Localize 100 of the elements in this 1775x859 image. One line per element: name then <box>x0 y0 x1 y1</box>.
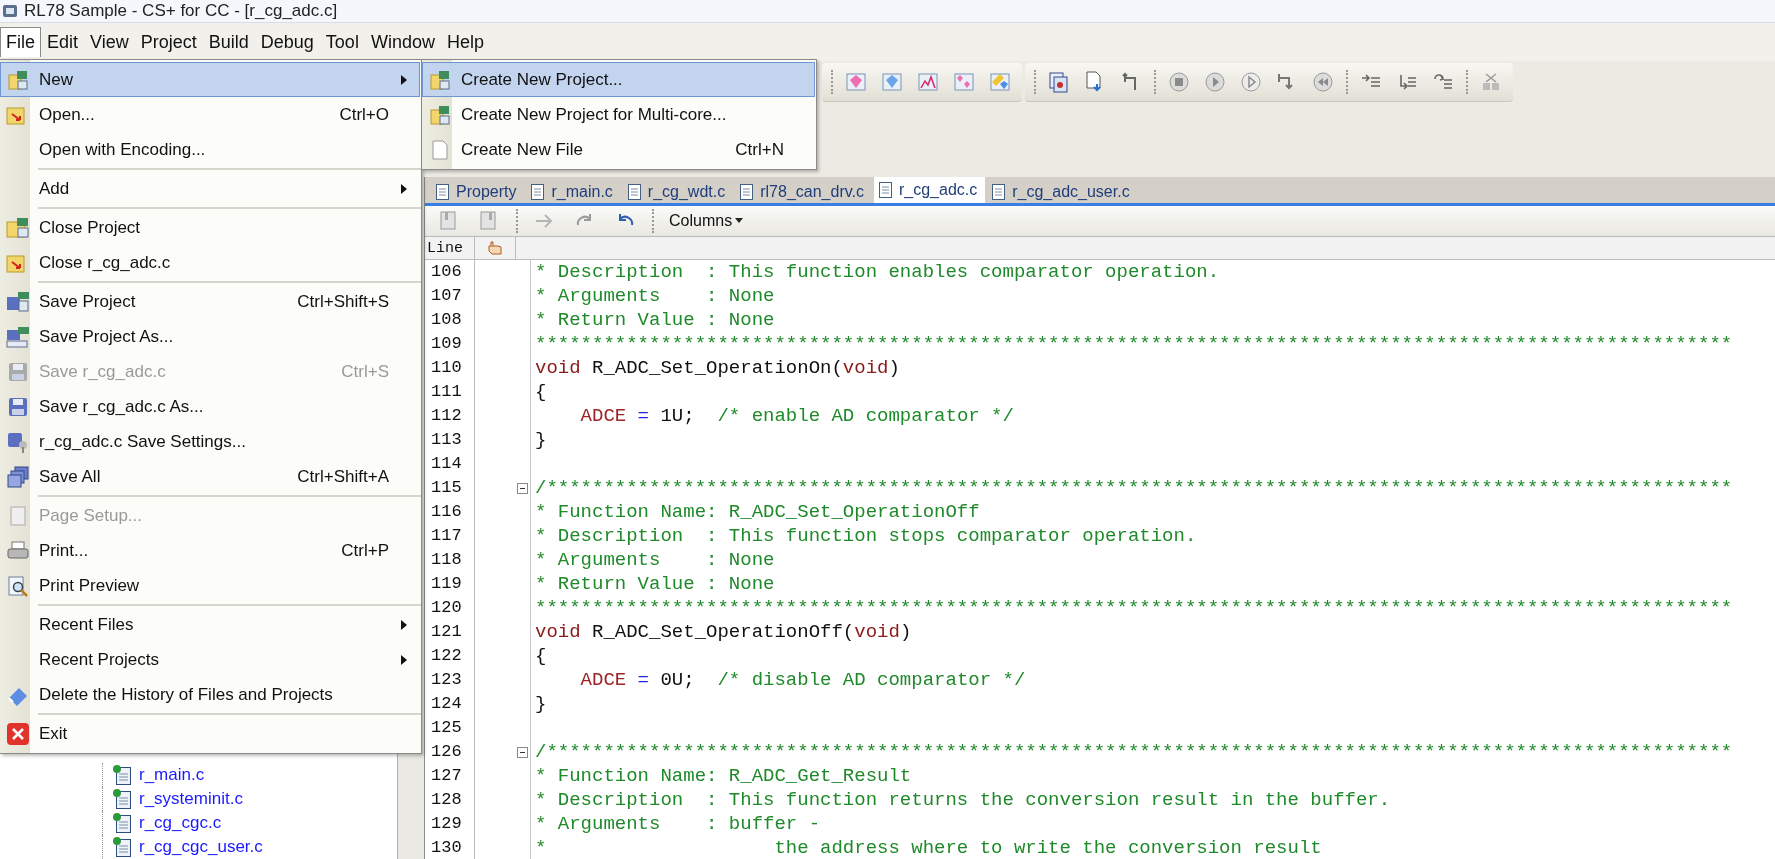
line-number: 109 <box>425 332 475 356</box>
code-line: } <box>535 428 547 452</box>
menu-item[interactable]: Create New Project... <box>422 62 815 97</box>
code-line: * Description : This function returns the conversion result in the buffer. <box>535 788 1391 812</box>
code-line: ********************************************************************************************************* <box>535 596 1733 620</box>
new-project-icon <box>7 68 29 91</box>
menu-bar-item[interactable]: Tool <box>319 26 365 58</box>
line-number: 117 <box>425 524 475 548</box>
line-number: 115 <box>425 476 475 500</box>
line-number: 120 <box>425 596 475 620</box>
new-project-icon <box>429 68 451 91</box>
blank-page-icon <box>429 138 451 161</box>
menu-item[interactable]: Open... Ctrl+O <box>0 97 420 132</box>
line-number: 110 <box>425 356 475 380</box>
line-number: 116 <box>425 500 475 524</box>
caret-icon <box>735 218 744 224</box>
file-icon <box>113 837 131 857</box>
code-line: * the address where to write the conversion result <box>535 836 1322 859</box>
menu-item[interactable]: Exit <box>0 716 420 751</box>
menu-item[interactable]: Save r_cg_adc.c As... <box>0 389 420 424</box>
menu-item[interactable]: Create New File Ctrl+N <box>422 132 815 167</box>
code-line: * Return Value : None <box>535 572 775 596</box>
menu-bar-item[interactable]: Project <box>134 26 203 58</box>
collapse-icon[interactable] <box>517 482 528 494</box>
window-title: RL78 Sample - CS+ for CC - [r_cg_adc.c] <box>24 1 338 21</box>
collapse-icon[interactable] <box>517 746 528 758</box>
line-number: 108 <box>425 308 475 332</box>
stacked-windows-icon <box>7 465 29 488</box>
menu-item[interactable]: Save Project Ctrl+Shift+S <box>0 284 420 319</box>
code-line: * Function Name: R_ADC_Get_Result <box>535 764 912 788</box>
line-number: 122 <box>425 644 475 668</box>
line-number: 123 <box>425 668 475 692</box>
line-number: 111 <box>425 380 475 404</box>
menu-item[interactable]: r_cg_adc.c Save Settings... <box>0 424 420 459</box>
menu-item[interactable]: Recent Files <box>0 607 420 642</box>
code-line: ADCE = 1U; /* enable AD comparator */ <box>579 404 1014 428</box>
columns-dropdown[interactable]: Columns <box>665 210 748 232</box>
printer-icon <box>7 539 29 562</box>
file-icon <box>113 765 131 785</box>
menu-bar-item[interactable]: Build <box>202 26 255 58</box>
menu-bar-item[interactable]: File <box>0 27 41 57</box>
file-icon <box>113 813 131 833</box>
app-icon <box>2 3 18 19</box>
document-icon <box>991 182 1008 201</box>
line-number: 118 <box>425 548 475 572</box>
menu-item[interactable]: Save All Ctrl+Shift+A <box>0 459 420 494</box>
line-number: 107 <box>425 284 475 308</box>
editor-tab[interactable]: r_cg_adc.c <box>873 177 986 203</box>
code-line: void R_ADC_Set_OperationOff(void) <box>535 620 912 644</box>
menu-bar-item[interactable]: Edit <box>41 26 85 58</box>
line-number: 130 <box>425 836 475 859</box>
line-number: 128 <box>425 788 475 812</box>
line-number: 125 <box>425 716 475 740</box>
disk-key-icon <box>7 430 29 453</box>
line-number: 114 <box>425 452 475 476</box>
code-line: * Arguments : None <box>535 284 775 308</box>
pointing-hand-icon <box>486 239 504 257</box>
code-line: } <box>535 692 547 716</box>
project-close-icon <box>6 216 30 239</box>
menu-item[interactable]: Recent Projects <box>0 642 420 677</box>
line-number: 121 <box>425 620 475 644</box>
code-line: ADCE = 0U; /* disable AD comparator */ <box>579 668 1026 692</box>
tree-item[interactable]: r_systeminit.c <box>139 789 243 809</box>
code-line: * Return Value : None <box>535 308 775 332</box>
document-icon <box>626 182 643 201</box>
menu-item[interactable]: Print... Ctrl+P <box>0 533 420 568</box>
menu-item[interactable]: Create New Project for Multi-core... <box>422 97 815 132</box>
menu-bar-item[interactable]: View <box>84 26 135 58</box>
page-icon <box>7 504 29 527</box>
menu-item[interactable]: Print Preview <box>0 568 420 603</box>
menu-item[interactable]: Save Project As... <box>0 319 420 354</box>
tree-item[interactable]: r_main.c <box>139 765 205 785</box>
tree-item[interactable]: r_cg_cgc.c <box>139 813 222 833</box>
code-line: /******************************************************************************************************** <box>535 740 1733 764</box>
save-project-as-icon <box>6 325 30 348</box>
code-line: * Arguments : None <box>535 548 775 572</box>
menu-bar-item[interactable]: Help <box>440 26 490 58</box>
tree-item[interactable]: r_cg_cgc_user.c <box>139 837 263 857</box>
line-number: 112 <box>425 404 475 428</box>
document-icon <box>739 182 756 201</box>
document-icon <box>530 182 547 201</box>
magnifier-page-icon <box>7 574 29 597</box>
line-number: 119 <box>425 572 475 596</box>
code-line: ********************************************************************************************************* <box>535 332 1733 356</box>
close-icon <box>6 721 30 746</box>
save-project-icon <box>6 290 30 313</box>
code-line: * Description : This function enables comparator operation. <box>535 260 1220 284</box>
code-line: { <box>535 644 547 668</box>
menu-item[interactable]: Close r_cg_adc.c <box>0 245 420 280</box>
menu-item[interactable]: Add <box>0 171 420 206</box>
menu-item[interactable]: Close Project <box>0 210 420 245</box>
code-line: /******************************************************************************************************** <box>535 476 1733 500</box>
document-icon <box>877 181 894 199</box>
line-number: 126 <box>425 740 475 764</box>
menu-item[interactable]: Delete the History of Files and Projects <box>0 677 420 712</box>
menu-item[interactable]: Open with Encoding... <box>0 132 420 167</box>
menu-bar-item[interactable]: Debug <box>254 26 320 58</box>
column-header: Line <box>425 237 475 259</box>
menu-bar-item[interactable]: Window <box>364 26 441 58</box>
menu-item[interactable]: New <box>0 62 420 97</box>
